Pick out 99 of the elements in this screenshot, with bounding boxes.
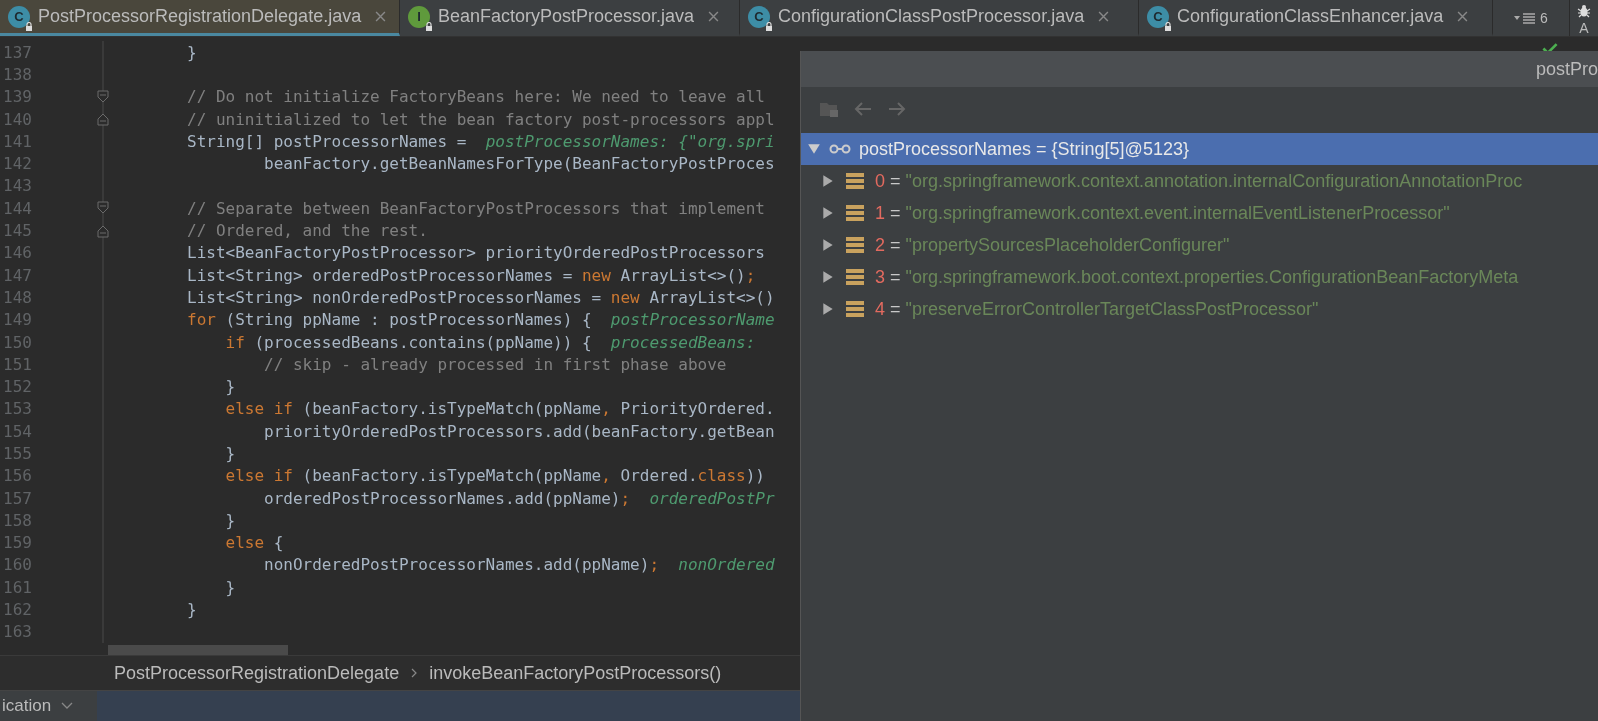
field-icon bbox=[845, 236, 865, 254]
field-icon bbox=[845, 300, 865, 318]
fold-icon[interactable] bbox=[97, 223, 109, 238]
code-line: List<String> nonOrderedPostProcessorNames = new ArrayList<>() bbox=[187, 287, 775, 307]
fold-icon[interactable] bbox=[97, 201, 109, 216]
line-number: 142 bbox=[2, 154, 33, 174]
line-number: 160 bbox=[2, 555, 33, 575]
code-line: orderedPostProcessorNames.add(ppName); orderedPostPr bbox=[263, 488, 775, 508]
line-number: 153 bbox=[2, 399, 33, 419]
line-number: 161 bbox=[2, 577, 33, 597]
code-line: else if (beanFactory.isTypeMatch(ppName, Ordered.class)) bbox=[224, 466, 765, 486]
code-line: // Ordered, and the rest. bbox=[187, 221, 428, 240]
bug-icon[interactable] bbox=[1576, 4, 1592, 18]
code-line: // Do not initialize FactoryBeans here: We need to leave all bbox=[187, 87, 765, 107]
code-line: for (String ppName : postProcessorNames) { postProcessorName bbox=[187, 310, 775, 330]
line-number: 149 bbox=[2, 310, 33, 330]
back-arrow-icon[interactable] bbox=[853, 100, 873, 118]
code-line: priorityOrderedPostProcessors.add(beanFactory.getBean bbox=[263, 421, 775, 441]
code-line: } bbox=[224, 377, 236, 397]
check-icon bbox=[1542, 43, 1558, 54]
line-number: 152 bbox=[2, 377, 33, 397]
tree-row[interactable]: postProcessorNames = {String[5]@5123} bbox=[801, 133, 1598, 165]
file-type-icon: C bbox=[8, 5, 30, 28]
line-number: 163 bbox=[2, 622, 33, 642]
field-icon bbox=[845, 204, 865, 222]
folder-icon[interactable] bbox=[819, 100, 839, 118]
line-number: 144 bbox=[2, 198, 33, 218]
line-number: 139 bbox=[2, 87, 33, 107]
run-config-tab[interactable]: ication bbox=[0, 691, 97, 721]
line-number: 148 bbox=[2, 287, 33, 307]
forward-arrow-icon[interactable] bbox=[887, 100, 907, 118]
line-number: 137 bbox=[2, 42, 33, 62]
file-tab[interactable]: I BeanFactoryPostProcessor.java bbox=[400, 0, 740, 36]
code-line: // skip - already processed in first phase above bbox=[263, 354, 727, 374]
code-line: else { bbox=[224, 533, 284, 553]
tree-row[interactable]: 0 = "org.springframework.context.annotation.internalConfigurationAnnotationProc bbox=[801, 165, 1598, 197]
line-number: 138 bbox=[2, 64, 33, 84]
code-line: } bbox=[187, 600, 197, 620]
line-number: 145 bbox=[2, 221, 33, 240]
tree-row[interactable]: 4 = "preserveErrorControllerTargetClassPostProcessor" bbox=[801, 293, 1598, 325]
caret-icon bbox=[61, 702, 74, 710]
file-type-icon: I bbox=[408, 5, 430, 28]
line-number: 140 bbox=[2, 109, 33, 129]
tool-window-label[interactable]: A bbox=[1579, 20, 1589, 36]
line-number: 162 bbox=[2, 600, 33, 620]
scrollbar-thumb[interactable] bbox=[108, 645, 288, 655]
close-icon[interactable] bbox=[708, 11, 720, 22]
line-number: 155 bbox=[2, 444, 33, 463]
code-line: beanFactory.getBeanNamesForType(BeanFactoryPostProces bbox=[263, 154, 775, 174]
breadcrumb-item[interactable]: PostProcessorRegistrationDelegate bbox=[114, 662, 400, 684]
expand-arrow-icon[interactable] bbox=[821, 174, 835, 188]
expand-arrow-icon[interactable] bbox=[821, 206, 835, 220]
file-tab[interactable]: C PostProcessorRegistrationDelegate.java bbox=[0, 0, 400, 36]
fold-icon[interactable] bbox=[97, 89, 109, 104]
code-line: // uninitialized to let the bean factory post-processors appl bbox=[187, 109, 775, 129]
code-line: List<BeanFactoryPostProcessor> priorityOrderedPostProcessors bbox=[187, 243, 765, 263]
code-line: // Separate between BeanFactoryPostProcessors that implement bbox=[187, 198, 765, 218]
file-tab[interactable]: C ConfigurationClassPostProcessor.java bbox=[740, 0, 1139, 36]
line-number: 151 bbox=[2, 354, 33, 374]
line-number: 141 bbox=[2, 131, 33, 151]
code-line: } bbox=[224, 444, 236, 463]
close-icon[interactable] bbox=[375, 11, 387, 22]
field-icon bbox=[845, 172, 865, 190]
field-icon bbox=[845, 268, 865, 286]
code-line: String[] postProcessorNames = postProcessorNames: {"org.spri bbox=[187, 131, 775, 151]
breadcrumb-item[interactable]: invokeBeanFactoryPostProcessors() bbox=[429, 662, 722, 684]
file-tab[interactable]: C ConfigurationClassEnhancer.java bbox=[1139, 0, 1493, 36]
code-line: else if (beanFactory.isTypeMatch(ppName, PriorityOrdered. bbox=[224, 399, 775, 419]
line-number: 156 bbox=[2, 466, 33, 486]
line-number: 154 bbox=[2, 421, 33, 441]
expand-arrow-icon[interactable] bbox=[807, 142, 821, 156]
file-type-icon: C bbox=[748, 5, 770, 28]
popup-title: postPro bbox=[1535, 58, 1598, 80]
line-number: 147 bbox=[2, 265, 33, 285]
file-type-icon: C bbox=[1147, 5, 1169, 28]
line-number: 159 bbox=[2, 533, 33, 553]
code-line: List<String> orderedPostProcessorNames = new ArrayList<>(); bbox=[187, 265, 756, 285]
line-number: 158 bbox=[2, 510, 33, 530]
expand-arrow-icon[interactable] bbox=[821, 238, 835, 252]
close-icon[interactable] bbox=[1098, 11, 1110, 22]
tree-row[interactable]: 1 = "org.springframework.context.event.internalEventListenerProcessor" bbox=[801, 197, 1598, 229]
expand-arrow-icon[interactable] bbox=[821, 270, 835, 284]
tab-list-button[interactable]: 6 bbox=[1493, 0, 1569, 36]
line-number: 146 bbox=[2, 243, 33, 263]
code-line: if (processedBeans.contains(ppName)) { processedBeans: bbox=[224, 332, 756, 352]
tree-row[interactable]: 2 = "propertySourcesPlaceholderConfigurer" bbox=[801, 229, 1598, 261]
code-line: nonOrderedPostProcessorNames.add(ppName); nonOrdered bbox=[263, 555, 775, 575]
code-line: } bbox=[224, 577, 236, 597]
close-icon[interactable] bbox=[1457, 11, 1469, 22]
watch-icon bbox=[829, 144, 851, 154]
tree-row[interactable]: 3 = "org.springframework.boot.context.properties.ConfigurationBeanFactoryMeta bbox=[801, 261, 1598, 293]
line-number: 143 bbox=[2, 176, 33, 196]
line-number: 157 bbox=[2, 488, 33, 508]
line-number: 150 bbox=[2, 332, 33, 352]
code-line: } bbox=[187, 42, 197, 62]
expand-arrow-icon[interactable] bbox=[821, 302, 835, 316]
chevron-icon bbox=[411, 668, 418, 678]
code-line: } bbox=[224, 510, 236, 530]
fold-icon[interactable] bbox=[97, 112, 109, 127]
